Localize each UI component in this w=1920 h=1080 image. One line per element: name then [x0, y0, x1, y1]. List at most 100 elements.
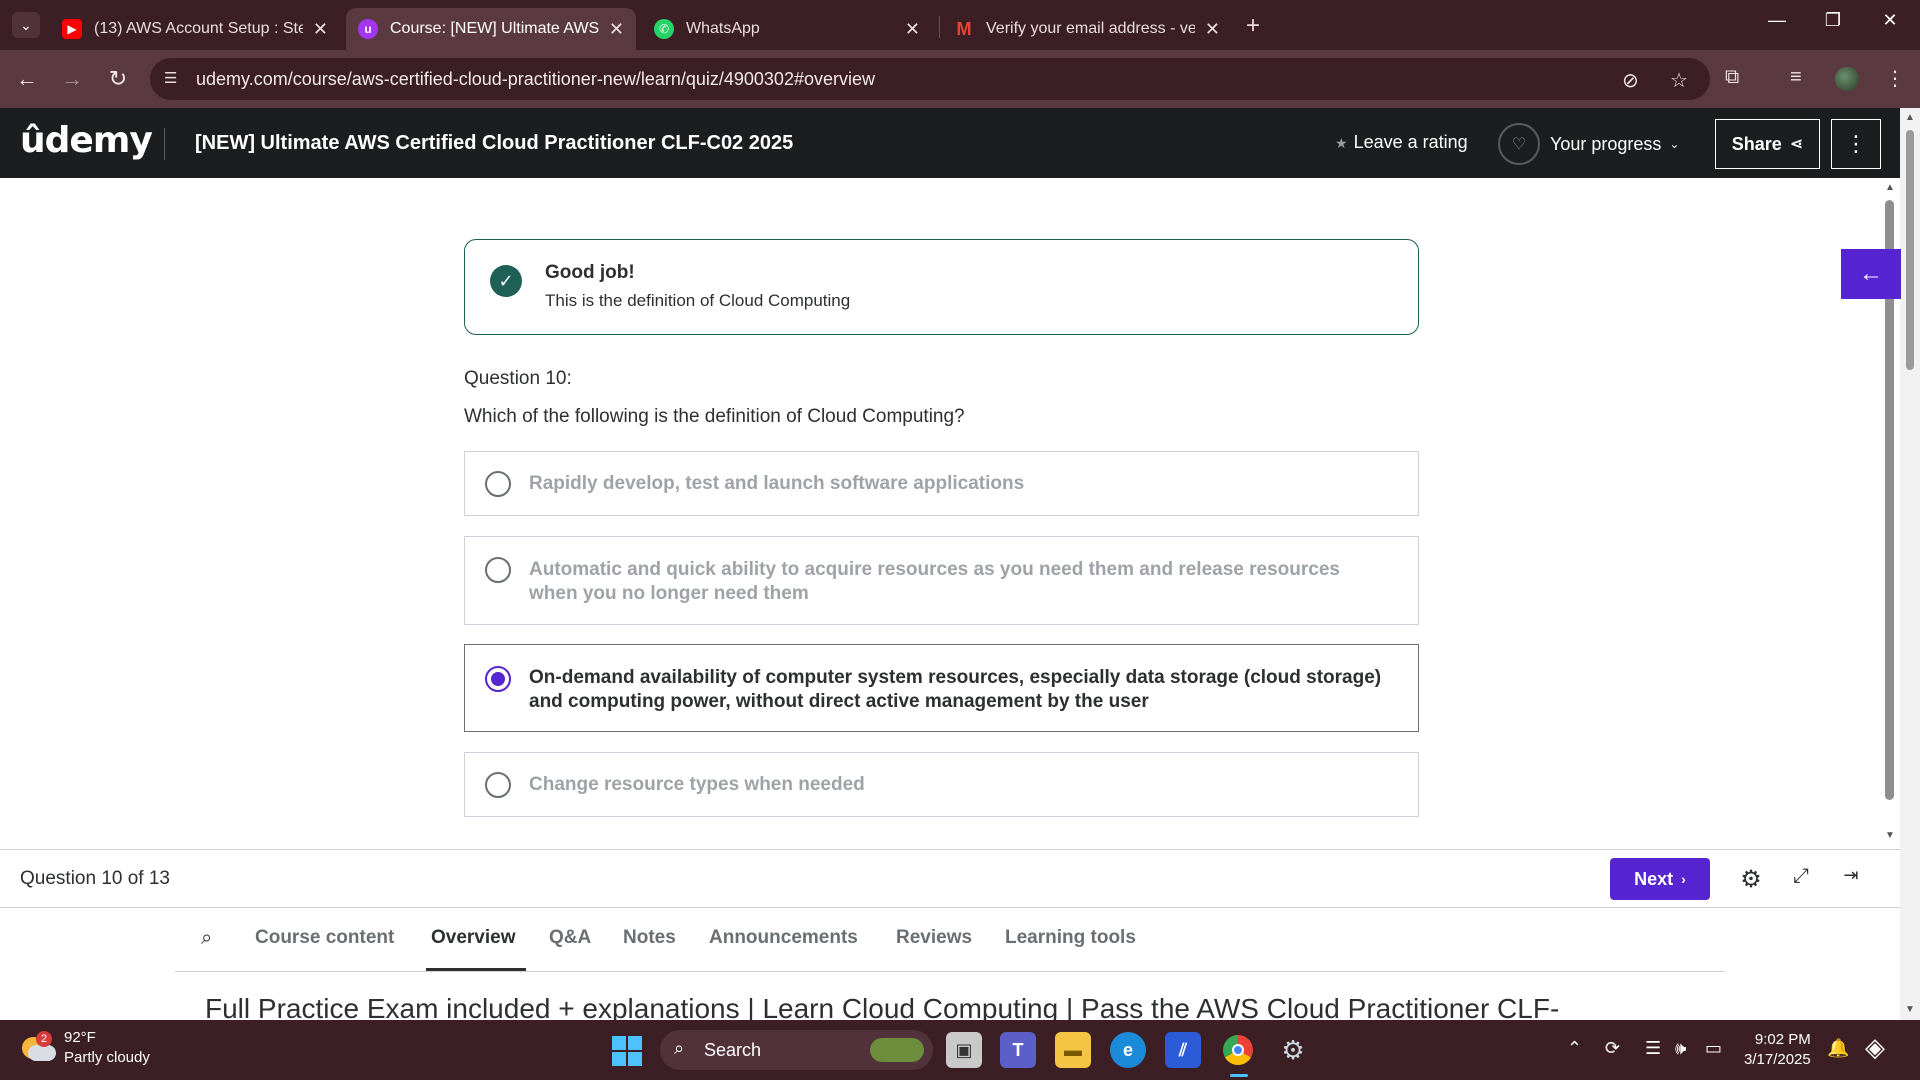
notification-bell-icon[interactable]: 🔔 — [1827, 1038, 1849, 1059]
share-button[interactable]: Share ⋖ — [1715, 119, 1820, 169]
close-tab-icon[interactable]: ✕ — [1205, 19, 1220, 40]
tab-reviews[interactable]: Reviews — [896, 927, 972, 949]
windows-start-icon[interactable] — [612, 1036, 642, 1066]
tab-overview[interactable]: Overview — [431, 927, 516, 949]
omnibox[interactable]: ☰ udemy.com/course/aws-certified-cloud-p… — [150, 58, 1710, 100]
media-controls-icon[interactable]: ≡ — [1790, 66, 1802, 89]
header-divider — [164, 128, 165, 160]
url-text[interactable]: udemy.com/course/aws-certified-cloud-pra… — [196, 69, 875, 90]
battery-icon[interactable]: ▭ — [1705, 1038, 1722, 1059]
scroll-up-icon[interactable]: ▲ — [1905, 112, 1915, 123]
answer-option-4[interactable]: Change resource types when needed — [464, 752, 1419, 817]
reload-icon[interactable]: ↻ — [103, 66, 133, 92]
tab-announcements[interactable]: Announcements — [709, 927, 858, 949]
scroll-down-icon[interactable]: ▼ — [1905, 1004, 1915, 1015]
show-hidden-icons-icon[interactable]: ⌃ — [1567, 1038, 1582, 1059]
chevron-right-icon: › — [1681, 871, 1686, 887]
browser-tab-whatsapp[interactable]: ✆ WhatsApp ✕ — [642, 8, 932, 50]
task-view-icon[interactable]: ▣ — [946, 1032, 982, 1068]
close-tab-icon[interactable]: ✕ — [313, 19, 328, 40]
radio-button[interactable] — [485, 772, 511, 798]
copilot-icon[interactable]: ◈ — [1865, 1032, 1885, 1063]
leave-rating-button[interactable]: ★ Leave a rating — [1335, 132, 1468, 153]
answer-option-1[interactable]: Rapidly develop, test and launch softwar… — [464, 451, 1419, 516]
close-tab-icon[interactable]: ✕ — [609, 19, 624, 40]
taskbar-search-box[interactable]: ⌕ Search — [660, 1030, 933, 1070]
wifi-icon[interactable]: ☰ — [1645, 1038, 1661, 1059]
weather-temperature: 92°F — [64, 1029, 96, 1046]
system-clock[interactable]: 9:02 PM 3/17/2025 — [1744, 1030, 1811, 1070]
fullscreen-icon[interactable]: ⤢ — [1786, 865, 1816, 888]
tab-qa[interactable]: Q&A — [549, 927, 591, 949]
rating-label: Leave a rating — [1353, 132, 1468, 152]
tab-notes[interactable]: Notes — [623, 927, 676, 949]
collapse-icon[interactable]: ⇥ — [1836, 865, 1866, 886]
next-label: Next — [1634, 868, 1674, 889]
course-tabs: ⌕ Course content Overview Q&A Notes Anno… — [175, 910, 1725, 972]
forward-icon[interactable]: → — [57, 66, 87, 92]
tab-course-content[interactable]: Course content — [255, 927, 394, 949]
course-title[interactable]: [NEW] Ultimate AWS Certified Cloud Pract… — [195, 132, 793, 155]
minimize-icon[interactable]: — — [1757, 10, 1797, 31]
content-scroll-down-icon[interactable]: ▼ — [1885, 830, 1895, 841]
udemy-logo[interactable]: ûdemy — [20, 120, 153, 161]
star-icon: ★ — [1335, 135, 1348, 151]
share-icon: ⋖ — [1789, 136, 1804, 153]
more-options-button[interactable]: ⋮ — [1831, 119, 1881, 169]
content-scroll-up-icon[interactable]: ▲ — [1885, 182, 1895, 193]
page-scroll-thumb[interactable] — [1906, 130, 1914, 370]
bookmark-star-icon[interactable]: ☆ — [1670, 68, 1688, 93]
udemy-icon: u — [358, 19, 378, 39]
settings-icon[interactable]: ⚙ — [1275, 1032, 1311, 1068]
file-explorer-icon[interactable]: ▬ — [1055, 1032, 1091, 1068]
radio-button[interactable] — [485, 471, 511, 497]
radio-button[interactable] — [485, 557, 511, 583]
quiz-footer-bar: Question 10 of 13 Next › ⚙ ⤢ ⇥ — [0, 849, 1900, 908]
kebab-menu-icon: ⋮ — [1845, 131, 1867, 156]
course-header: ûdemy [NEW] Ultimate AWS Certified Cloud… — [0, 108, 1900, 178]
browser-menu-icon[interactable]: ⋮ — [1885, 66, 1905, 91]
your-progress-button[interactable]: ♡ Your progress ⌄ — [1498, 123, 1679, 165]
clock-time: 9:02 PM — [1754, 1031, 1811, 1048]
answer-option-2[interactable]: Automatic and quick ability to acquire r… — [464, 536, 1419, 625]
answer-feedback-banner: ✓ Good job! This is the definition of Cl… — [464, 239, 1419, 335]
chrome-icon[interactable] — [1220, 1032, 1256, 1068]
progress-label: Your progress — [1550, 133, 1662, 154]
radio-button-selected[interactable] — [485, 666, 511, 692]
tracking-protection-icon[interactable]: ⊘ — [1622, 68, 1639, 93]
new-tab-button[interactable]: + — [1246, 12, 1260, 40]
browser-tab-gmail[interactable]: M Verify your email address - ven ✕ — [942, 8, 1232, 50]
whatsapp-icon: ✆ — [654, 19, 674, 39]
teams-icon[interactable]: T — [1000, 1032, 1036, 1068]
check-circle-icon: ✓ — [490, 265, 522, 297]
back-icon[interactable]: ← — [12, 66, 42, 92]
search-icon[interactable]: ⌕ — [201, 927, 212, 950]
tab-search-menu-button[interactable]: ⌄ — [12, 12, 40, 38]
close-tab-icon[interactable]: ✕ — [905, 19, 920, 40]
sync-icon[interactable]: ⟳ — [1605, 1038, 1620, 1059]
gmail-icon: M — [956, 18, 972, 39]
open-sidebar-button[interactable]: ← — [1841, 249, 1901, 299]
edge-icon[interactable]: e — [1110, 1032, 1146, 1068]
answer-option-3[interactable]: On-demand availability of computer syste… — [464, 644, 1419, 732]
close-window-icon[interactable]: ✕ — [1870, 10, 1910, 31]
trophy-icon: ♡ — [1498, 123, 1540, 165]
page-scrollbar[interactable]: ▲ ▼ — [1900, 108, 1920, 1020]
browser-tab-youtube[interactable]: ▶ (13) AWS Account Setup : Step ✕ — [50, 8, 340, 50]
site-info-icon[interactable]: ☰ — [164, 69, 184, 89]
tab-title: (13) AWS Account Setup : Step — [94, 20, 303, 37]
next-button[interactable]: Next › — [1610, 858, 1710, 900]
volume-icon[interactable]: 🕪 — [1675, 1038, 1686, 1059]
tab-learning-tools[interactable]: Learning tools — [1005, 927, 1136, 949]
settings-gear-icon[interactable]: ⚙ — [1736, 865, 1766, 894]
extensions-icon[interactable]: ⧉ — [1725, 66, 1739, 89]
answer-option-text: Rapidly develop, test and launch softwar… — [529, 473, 1025, 494]
youtube-icon: ▶ — [62, 19, 82, 39]
share-label: Share — [1731, 133, 1782, 154]
profile-avatar[interactable] — [1835, 67, 1859, 91]
restore-icon[interactable]: ❐ — [1813, 10, 1853, 31]
browser-tab-udemy[interactable]: u Course: [NEW] Ultimate AWS Ce ✕ — [346, 8, 636, 50]
weather-widget[interactable]: 2 92°F Partly cloudy — [22, 1028, 150, 1068]
feedback-message: This is the definition of Cloud Computin… — [545, 291, 851, 310]
vscode-icon[interactable]: ⫽ — [1165, 1032, 1201, 1068]
